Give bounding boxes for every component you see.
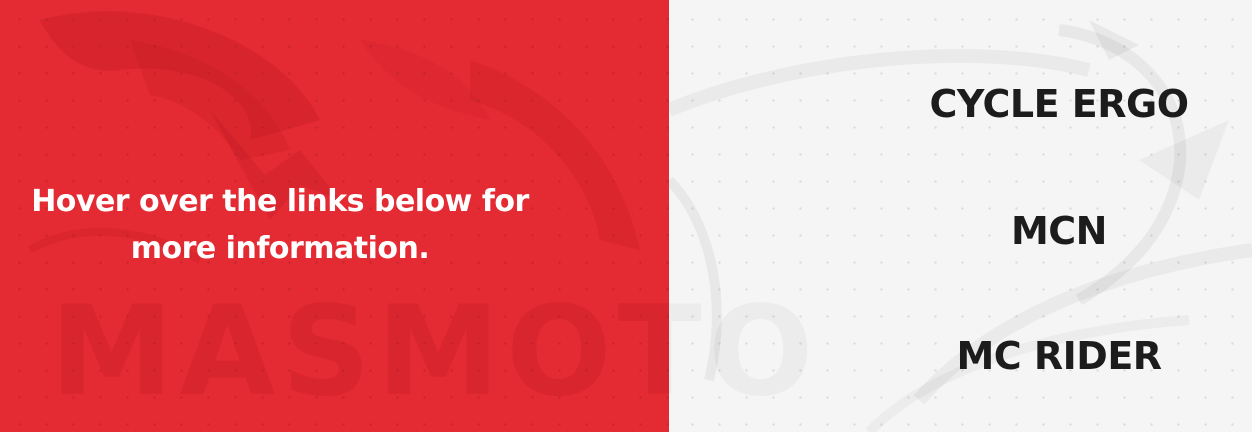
page: MASMOTO Hover over the links below for m… (0, 0, 1252, 432)
link-mc-rider[interactable]: MC RIDER (929, 333, 1189, 379)
intro-panel: MASMOTO Hover over the links below for m… (0, 0, 669, 432)
links-panel: MASMOTO CYCLE ERGO MCN MC RIDER (669, 0, 1252, 432)
link-mcn[interactable]: MCN (929, 208, 1189, 254)
link-list: CYCLE ERGO MCN MC RIDER (929, 0, 1189, 432)
intro-text: Hover over the links below for more info… (31, 184, 529, 266)
link-cycle-ergo[interactable]: CYCLE ERGO (929, 81, 1189, 127)
